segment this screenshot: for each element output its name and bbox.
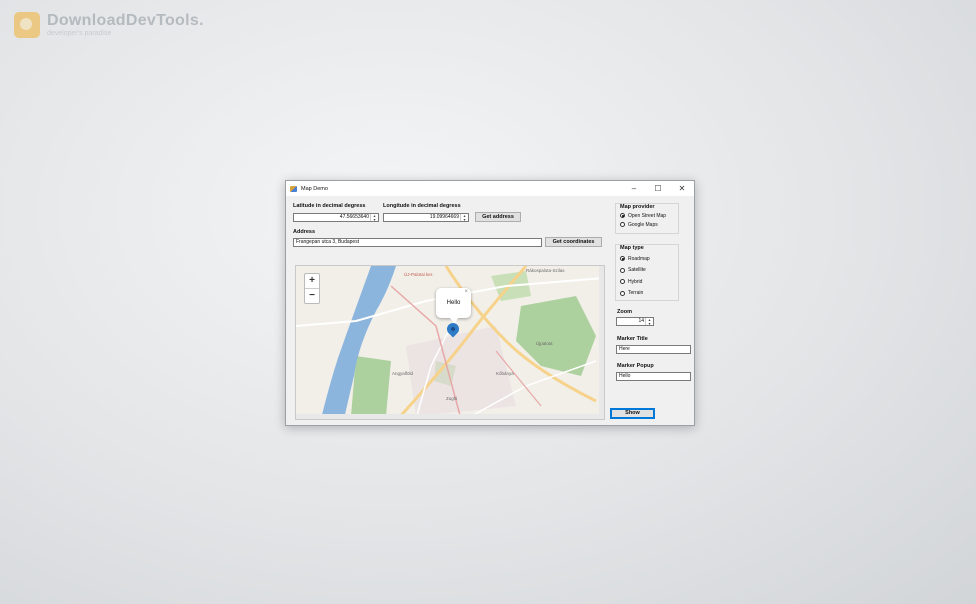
get-address-button[interactable]: Get address: [475, 212, 521, 222]
longitude-spinner-icon[interactable]: ▴ ▾: [460, 214, 468, 221]
map-label: Angyalföld: [392, 371, 414, 376]
radio-hybrid[interactable]: Hybrid: [620, 276, 650, 288]
radio-satellite[interactable]: Satellite: [620, 265, 650, 277]
radio-selected-icon: [620, 256, 625, 262]
radio-label: Google Maps: [628, 221, 658, 228]
radio-label: Open Street Map: [628, 212, 667, 219]
address-input[interactable]: Frangepan utca 3, Budapest: [293, 238, 542, 247]
radio-roadmap[interactable]: Roadmap: [620, 253, 650, 265]
zoom-input[interactable]: 14 ▴ ▾: [616, 317, 654, 326]
maximize-button[interactable]: ☐: [646, 181, 670, 196]
watermark-logo-icon: [14, 12, 40, 38]
radio-terrain[interactable]: Terrain: [620, 288, 650, 300]
longitude-label: Longitude in decimal degress: [383, 203, 461, 209]
map-provider-title: Map provider: [620, 204, 655, 210]
longitude-input[interactable]: 19.09964669 ▴ ▾: [383, 213, 469, 222]
show-button[interactable]: Show: [610, 408, 655, 419]
latitude-label: Latitude in decimal degress: [293, 203, 366, 209]
radio-unselected-icon: [620, 279, 625, 285]
map-label: Rákospalota-Szilas: [526, 268, 565, 273]
longitude-value: 19.09964669: [429, 214, 459, 220]
map-view[interactable]: ÚJ-Palotai ker. Rákospalota-Szilas Angya…: [295, 265, 605, 420]
watermark-subtitle: developer's paradise: [47, 30, 112, 37]
radio-open-street-map[interactable]: Open Street Map: [620, 211, 666, 220]
latitude-input[interactable]: 47.56653640 ▴ ▾: [293, 213, 379, 222]
radio-unselected-icon: [620, 267, 625, 273]
radio-unselected-icon: [620, 222, 625, 227]
popup-close-icon[interactable]: ×: [464, 289, 468, 295]
marker-popup-label: Marker Popup: [617, 363, 654, 369]
map-label: Zugló: [446, 396, 458, 401]
marker-popup: Hello ×: [436, 288, 471, 323]
radio-selected-icon: [620, 213, 625, 218]
radio-label: Roadmap: [628, 255, 650, 262]
radio-label: Satellite: [628, 267, 646, 274]
window-title: Map Demo: [301, 185, 328, 192]
radio-google-maps[interactable]: Google Maps: [620, 220, 666, 229]
zoom-value: 14: [638, 318, 644, 324]
zoom-out-button[interactable]: −: [305, 288, 319, 303]
latitude-spinner-icon[interactable]: ▴ ▾: [370, 214, 378, 221]
map-label: Újpalota: [536, 341, 553, 346]
get-coordinates-button[interactable]: Get coordinates: [545, 237, 602, 247]
address-label: Address: [293, 229, 316, 235]
map-label: ÚJ-Palotai ker.: [404, 272, 434, 277]
minimize-button[interactable]: –: [622, 181, 646, 196]
map-demo-window: Map Demo – ☐ ✕ Latitude in decimal degre…: [285, 180, 695, 426]
zoom-spinner-icon[interactable]: ▴ ▾: [645, 318, 653, 325]
watermark-title: DownloadDevTools.: [47, 12, 204, 29]
radio-label: Terrain: [628, 290, 644, 297]
map-type-title: Map type: [620, 245, 644, 251]
marker-popup-input[interactable]: Hello: [616, 372, 691, 381]
marker-title-label: Marker Title: [617, 336, 648, 342]
zoom-label: Zoom: [617, 309, 632, 315]
radio-unselected-icon: [620, 290, 625, 296]
map-provider-group: Map provider Open Street Map Google Maps: [615, 203, 679, 234]
zoom-control: + −: [304, 273, 320, 304]
latitude-value: 47.56653640: [339, 214, 369, 220]
title-bar[interactable]: Map Demo – ☐ ✕: [286, 181, 694, 196]
watermark: DownloadDevTools. developer's paradise: [14, 12, 204, 38]
map-type-group: Map type Roadmap Satellite Hybrid Terrai…: [615, 244, 679, 301]
popup-text: Hello: [446, 300, 461, 306]
map-label: Kőbánya: [496, 371, 514, 376]
marker-title-input[interactable]: Here: [616, 345, 691, 354]
radio-label: Hybrid: [628, 278, 643, 285]
map-horizontal-scrollbar[interactable]: [296, 414, 604, 419]
map-vertical-scrollbar[interactable]: [599, 266, 604, 419]
app-icon: [290, 185, 297, 192]
close-button[interactable]: ✕: [670, 181, 694, 196]
zoom-in-button[interactable]: +: [305, 274, 319, 288]
